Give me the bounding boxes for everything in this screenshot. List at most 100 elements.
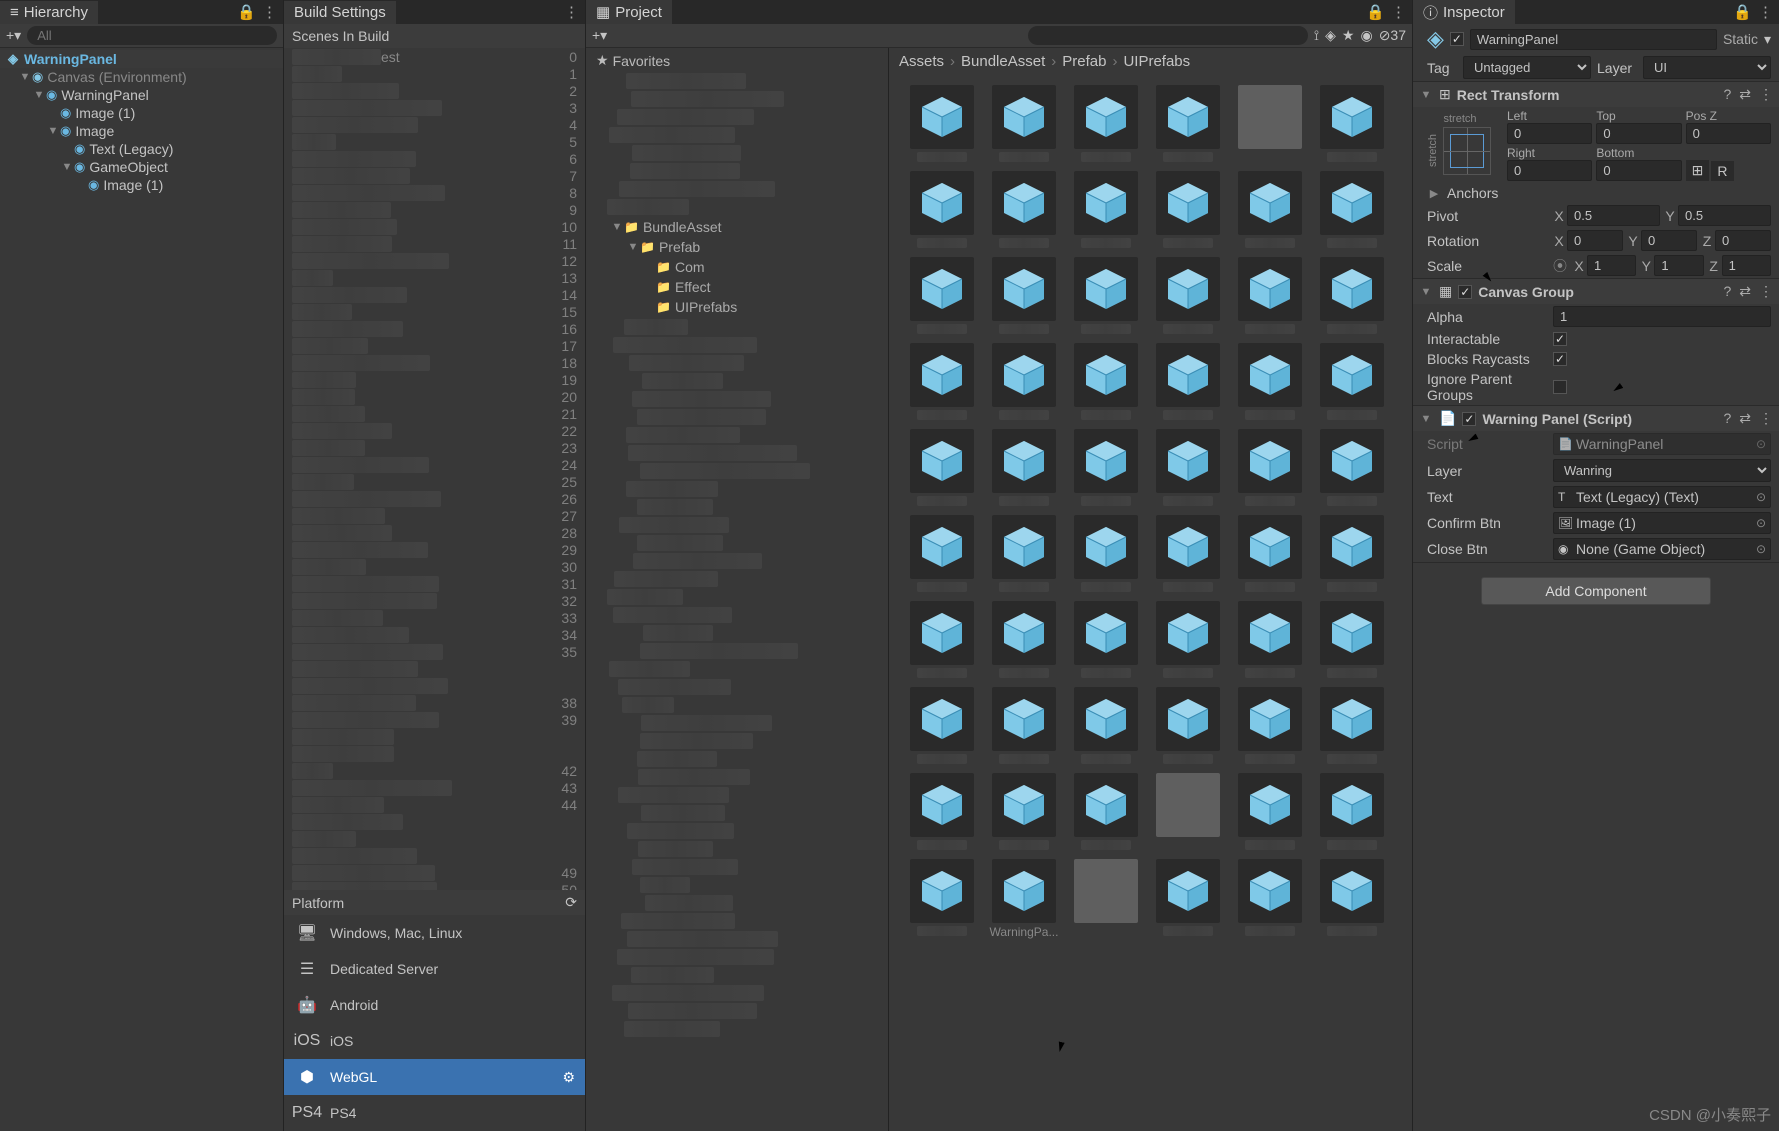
- scene-row[interactable]: [284, 847, 585, 864]
- scene-row[interactable]: 3: [284, 99, 585, 116]
- enabled-checkbox[interactable]: [1462, 412, 1476, 426]
- blocks-checkbox[interactable]: [1553, 352, 1567, 366]
- asset-item[interactable]: [1313, 343, 1391, 423]
- scene-row[interactable]: [284, 813, 585, 830]
- scene-row[interactable]: [284, 728, 585, 745]
- asset-item[interactable]: [1313, 257, 1391, 337]
- hidden-icon[interactable]: ⊘37: [1379, 27, 1406, 44]
- filter2-icon[interactable]: ◈: [1325, 27, 1336, 44]
- breadcrumb-item[interactable]: BundleAsset: [961, 53, 1045, 70]
- scene-row[interactable]: 34: [284, 626, 585, 643]
- asset-item[interactable]: [1067, 859, 1145, 939]
- asset-item[interactable]: [903, 859, 981, 939]
- asset-item[interactable]: [1149, 515, 1227, 595]
- asset-item[interactable]: [1149, 429, 1227, 509]
- enabled-checkbox[interactable]: [1458, 285, 1472, 299]
- menu-icon[interactable]: ⋮: [1391, 3, 1406, 21]
- scene-row[interactable]: 13: [284, 269, 585, 286]
- scene-row[interactable]: 32: [284, 592, 585, 609]
- folder-row[interactable]: ▼📁BundleAsset: [586, 217, 888, 237]
- scene-row[interactable]: 19: [284, 371, 585, 388]
- asset-item[interactable]: [1313, 773, 1391, 853]
- folder-row[interactable]: 📁Com: [586, 257, 888, 277]
- scene-row[interactable]: 23: [284, 439, 585, 456]
- ignore-checkbox[interactable]: [1553, 380, 1567, 394]
- asset-item[interactable]: [1149, 773, 1227, 853]
- asset-item[interactable]: [1231, 257, 1309, 337]
- pivot-x[interactable]: [1567, 205, 1660, 226]
- scene-row[interactable]: 22: [284, 422, 585, 439]
- project-tab[interactable]: ▦ Project: [586, 0, 672, 24]
- asset-item[interactable]: [1067, 429, 1145, 509]
- asset-item[interactable]: [1149, 601, 1227, 681]
- scene-row[interactable]: [284, 677, 585, 694]
- asset-item[interactable]: [1231, 773, 1309, 853]
- asset-item[interactable]: [1231, 429, 1309, 509]
- layers-icon[interactable]: ◉: [1360, 27, 1372, 44]
- scene-row[interactable]: est0: [284, 48, 585, 65]
- asset-item[interactable]: [985, 257, 1063, 337]
- asset-item[interactable]: [985, 687, 1063, 767]
- scene-row[interactable]: 14: [284, 286, 585, 303]
- asset-item[interactable]: [1149, 257, 1227, 337]
- scene-row[interactable]: 43: [284, 779, 585, 796]
- breadcrumb-item[interactable]: Assets: [899, 53, 944, 70]
- asset-item[interactable]: [1231, 687, 1309, 767]
- tag-dropdown[interactable]: Untagged: [1463, 56, 1591, 79]
- hierarchy-search[interactable]: [27, 26, 277, 45]
- filter-icon[interactable]: ⟟: [1314, 27, 1319, 44]
- platform-item[interactable]: 🖥Windows, Mac, Linux: [284, 915, 585, 951]
- asset-item[interactable]: [1149, 85, 1227, 165]
- hierarchy-tab[interactable]: ≡ Hierarchy: [0, 1, 98, 24]
- asset-item[interactable]: [985, 601, 1063, 681]
- help-icon[interactable]: ?: [1723, 283, 1731, 300]
- text-objfield[interactable]: TText (Legacy) (Text)⊙: [1553, 486, 1771, 508]
- confirm-objfield[interactable]: 🖼Image (1)⊙: [1553, 512, 1771, 534]
- breadcrumb[interactable]: Assets› BundleAsset› Prefab› UIPrefabs: [889, 48, 1412, 75]
- asset-item[interactable]: [1313, 601, 1391, 681]
- scl-y[interactable]: [1654, 255, 1703, 276]
- asset-item[interactable]: [903, 257, 981, 337]
- hierarchy-item[interactable]: ◉Text (Legacy): [0, 140, 283, 158]
- asset-item[interactable]: [1231, 515, 1309, 595]
- hierarchy-item[interactable]: ◉Image (1): [0, 176, 283, 194]
- asset-item[interactable]: [1149, 343, 1227, 423]
- scene-row[interactable]: 6: [284, 150, 585, 167]
- asset-item[interactable]: [985, 429, 1063, 509]
- asset-item[interactable]: [1231, 85, 1309, 165]
- asset-item[interactable]: [1313, 171, 1391, 251]
- foldout-icon[interactable]: ▼: [1419, 89, 1433, 101]
- scene-row[interactable]: 29: [284, 541, 585, 558]
- layer-enum[interactable]: Wanring: [1553, 459, 1771, 482]
- asset-item[interactable]: [1067, 601, 1145, 681]
- scene-row[interactable]: 24: [284, 456, 585, 473]
- link-icon[interactable]: ⦿: [1553, 256, 1567, 276]
- menu-icon[interactable]: ⋮: [1759, 410, 1773, 427]
- lock-icon[interactable]: 🔒: [237, 3, 256, 21]
- rot-z[interactable]: [1715, 230, 1771, 251]
- folder-row[interactable]: 📁Effect: [586, 277, 888, 297]
- asset-item[interactable]: [1231, 601, 1309, 681]
- scene-row[interactable]: 35: [284, 643, 585, 660]
- favorites-row[interactable]: ★Favorites: [586, 50, 888, 71]
- scene-row[interactable]: [284, 660, 585, 677]
- asset-grid[interactable]: WarningPa...: [889, 75, 1412, 1131]
- asset-item[interactable]: [1313, 859, 1391, 939]
- star-icon[interactable]: ★: [1342, 27, 1355, 44]
- object-name-field[interactable]: [1470, 29, 1717, 50]
- scene-row[interactable]: 39: [284, 711, 585, 728]
- scene-row[interactable]: 20: [284, 388, 585, 405]
- help-icon[interactable]: ?: [1723, 410, 1731, 427]
- asset-item[interactable]: [1067, 687, 1145, 767]
- scene-row[interactable]: 33: [284, 609, 585, 626]
- preset-icon[interactable]: ⇄: [1739, 86, 1751, 103]
- platform-item[interactable]: ☰Dedicated Server: [284, 951, 585, 987]
- scene-row[interactable]: 2: [284, 82, 585, 99]
- add-icon[interactable]: +▾: [6, 27, 21, 44]
- scene-row[interactable]: 15: [284, 303, 585, 320]
- scene-row[interactable]: 11: [284, 235, 585, 252]
- asset-item[interactable]: [1231, 859, 1309, 939]
- scene-row[interactable]: 44: [284, 796, 585, 813]
- scene-row[interactable]: 4: [284, 116, 585, 133]
- scene-list[interactable]: est0123456789101112131415161718192021222…: [284, 48, 585, 890]
